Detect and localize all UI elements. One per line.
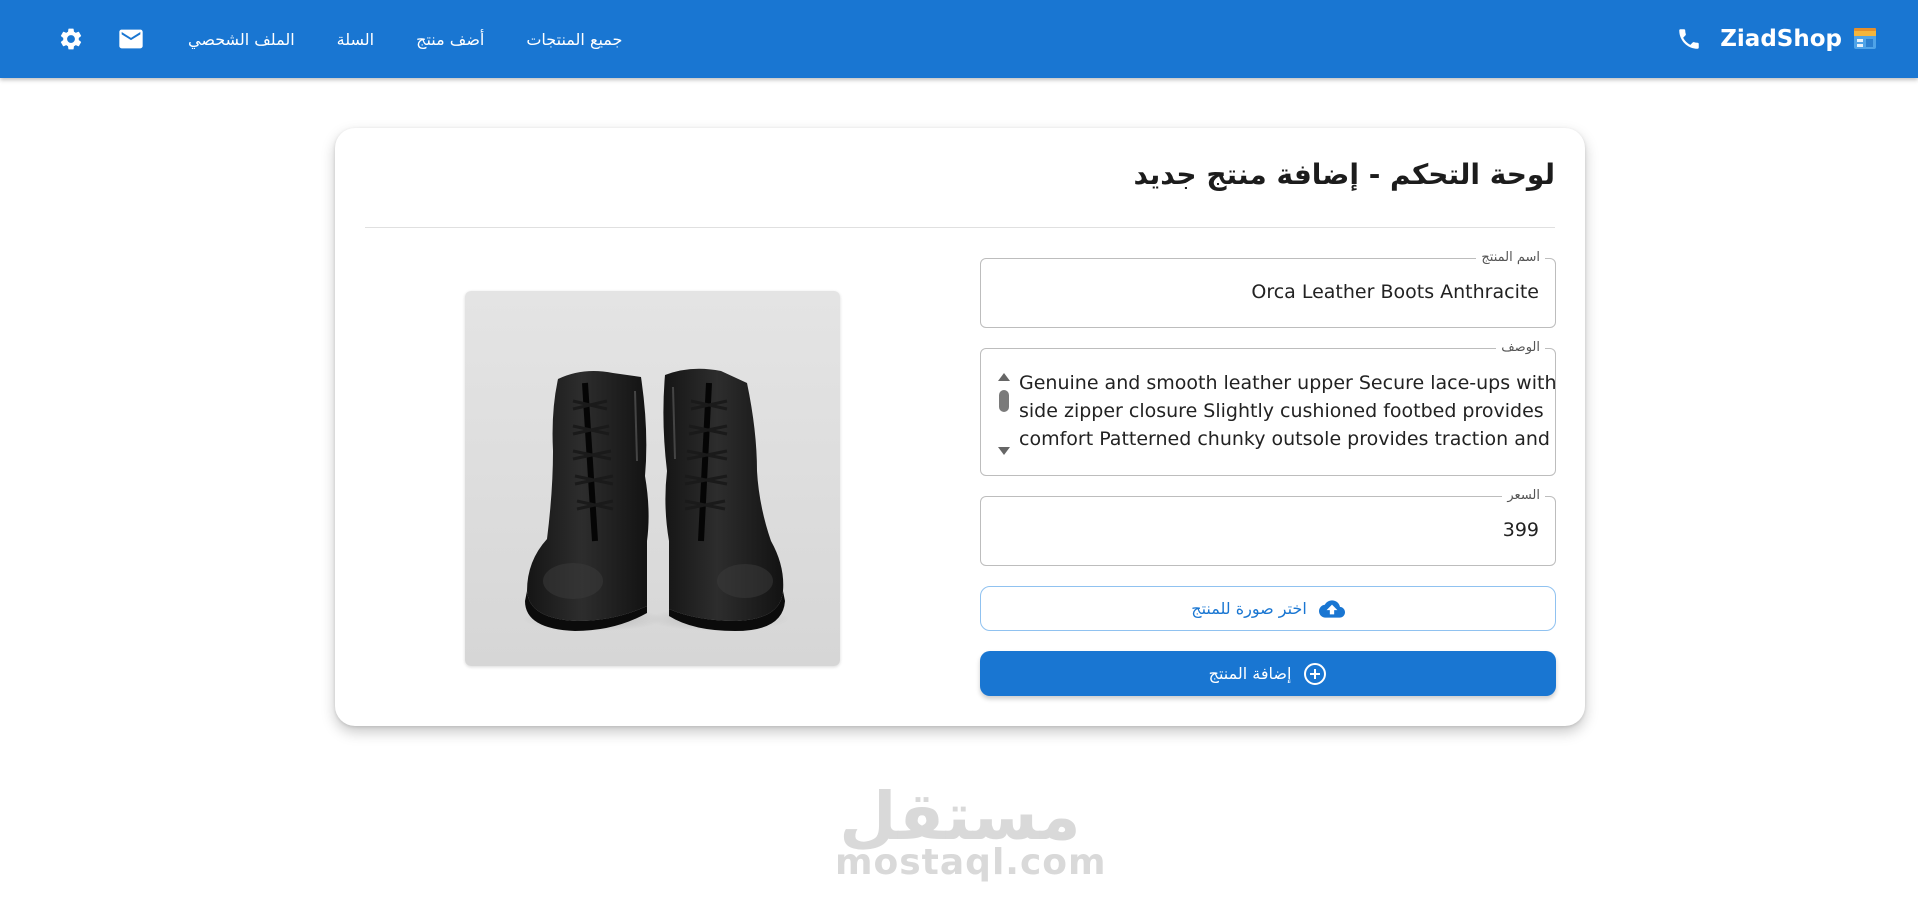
watermark-latin: mostaql.com — [835, 842, 1107, 883]
phone-icon — [1679, 29, 1699, 49]
description-label: الوصف — [1496, 340, 1545, 356]
choose-image-label: اختر صورة للمنتج — [1191, 599, 1307, 618]
scroll-down-arrow-icon[interactable] — [998, 447, 1010, 455]
page-title: لوحة التحكم - إضافة منتج جديد — [1133, 158, 1555, 191]
product-image-preview — [465, 291, 840, 666]
scroll-up-arrow-icon[interactable] — [998, 373, 1010, 381]
boots-image — [523, 368, 789, 631]
price-value[interactable]: 399 — [997, 519, 1539, 541]
description-text[interactable]: Genuine and smooth leather upper Secure … — [1019, 369, 1557, 453]
product-name-field[interactable]: اسم المنتج Orca Leather Boots Anthracite — [980, 250, 1556, 328]
description-line: comfort Patterned chunky outsole provide… — [1019, 428, 1550, 450]
add-product-label: إضافة المنتج — [1208, 664, 1292, 683]
settings-icon — [60, 28, 82, 50]
nav-add-product[interactable]: أضف منتج — [406, 22, 494, 57]
shop-logo-icon — [1854, 28, 1876, 49]
add-circle-icon — [1304, 662, 1327, 685]
brand[interactable]: ZiadShop — [1720, 0, 1878, 78]
product-name-value[interactable]: Orca Leather Boots Anthracite — [997, 281, 1539, 303]
watermark: مستقل mostaql.com — [835, 782, 1107, 892]
choose-image-button[interactable]: اختر صورة للمنتج — [980, 586, 1556, 631]
divider — [365, 227, 1555, 228]
add-product-button[interactable]: إضافة المنتج — [980, 651, 1556, 696]
description-line: Genuine and smooth leather upper Secure … — [1019, 372, 1557, 394]
price-field[interactable]: السعر 399 — [980, 488, 1556, 566]
description-field[interactable]: الوصف Genuine and smooth leather upper S… — [980, 340, 1557, 476]
phone-button[interactable] — [1670, 20, 1708, 58]
settings-button[interactable] — [48, 16, 94, 62]
mail-button[interactable] — [108, 16, 154, 62]
price-label: السعر — [1502, 488, 1545, 504]
scroll-thumb[interactable] — [999, 390, 1009, 412]
app-bar: الملف الشحصي السلة أضف منتج جميع المنتجا… — [0, 0, 1918, 78]
cloud-upload-icon — [1318, 599, 1345, 618]
add-product-card: لوحة التحكم - إضافة منتج جديد اسم المنتج… — [335, 128, 1585, 726]
product-name-label: اسم المنتج — [1476, 250, 1545, 266]
mail-icon — [119, 29, 143, 49]
nav-cart[interactable]: السلة — [327, 22, 384, 57]
description-line: side zipper closure Slightly cushioned f… — [1019, 400, 1544, 422]
nav-profile[interactable]: الملف الشحصي — [178, 22, 305, 57]
description-scrollbar[interactable] — [997, 373, 1011, 455]
nav-all-products[interactable]: جميع المنتجات — [516, 22, 632, 57]
brand-name: ZiadShop — [1720, 26, 1842, 52]
nav-bar: الملف الشحصي السلة أضف منتج جميع المنتجا… — [48, 0, 632, 78]
